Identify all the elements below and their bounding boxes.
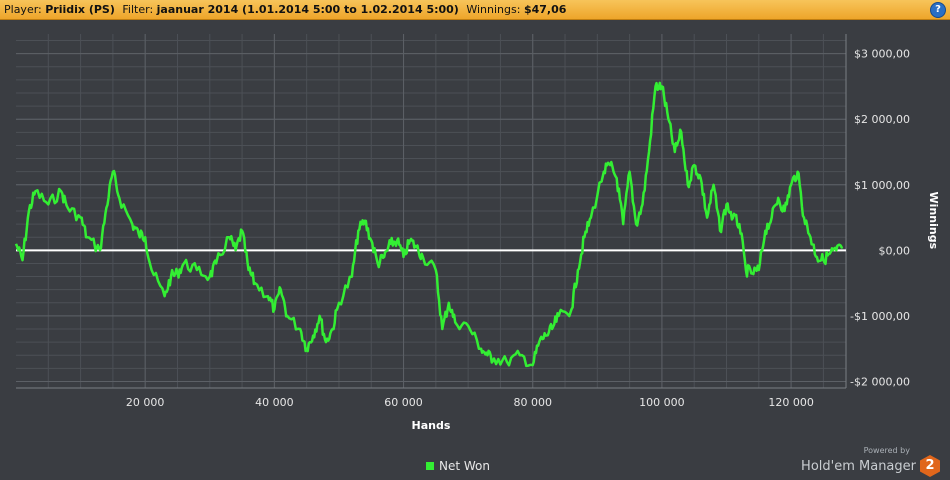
legend-swatch xyxy=(426,462,434,470)
y-tick-label: $3 000,00 xyxy=(854,48,910,61)
brand: Powered by Hold'em Manager 2 xyxy=(801,446,940,477)
x-tick-label: 100 000 xyxy=(639,396,685,409)
filter-label: Filter: xyxy=(122,3,154,16)
filter-value: jaanuar 2014 (1.01.2014 5:00 to 1.02.201… xyxy=(156,3,459,16)
y-tick-label: $2 000,00 xyxy=(854,113,910,126)
legend-label: Net Won xyxy=(439,459,490,473)
y-axis-title: Winnings xyxy=(927,192,940,250)
winnings-label: Winnings: xyxy=(466,3,521,16)
x-tick-label: 20 000 xyxy=(126,396,165,409)
hm2-logo-icon: 2 xyxy=(920,455,940,477)
x-tick-label: 40 000 xyxy=(255,396,294,409)
powered-by-text: Powered by xyxy=(863,446,910,455)
x-tick-label: 60 000 xyxy=(384,396,423,409)
y-tick-label: -$2 000,00 xyxy=(850,375,910,388)
player-value: Priidix (PS) xyxy=(45,3,115,16)
title-bar: Player: Priidix (PS) Filter: jaanuar 201… xyxy=(0,0,950,20)
player-label: Player: xyxy=(4,3,42,16)
x-tick-label: 120 000 xyxy=(768,396,814,409)
legend: Net Won xyxy=(426,459,490,473)
y-tick-label: $1 000,00 xyxy=(854,179,910,192)
brand-name: Hold'em Manager xyxy=(801,458,916,474)
y-tick-label: $0,00 xyxy=(879,244,911,257)
net-won-chart: 20 000 40 000 60 000 80 000 100 000 120 000 -$… xyxy=(14,34,940,432)
x-tick-label: 80 000 xyxy=(513,396,552,409)
winnings-value: $47,06 xyxy=(523,3,567,16)
x-axis-title: Hands xyxy=(412,419,451,432)
help-icon[interactable]: ? xyxy=(930,2,946,18)
y-tick-label: -$1 000,00 xyxy=(850,310,910,323)
